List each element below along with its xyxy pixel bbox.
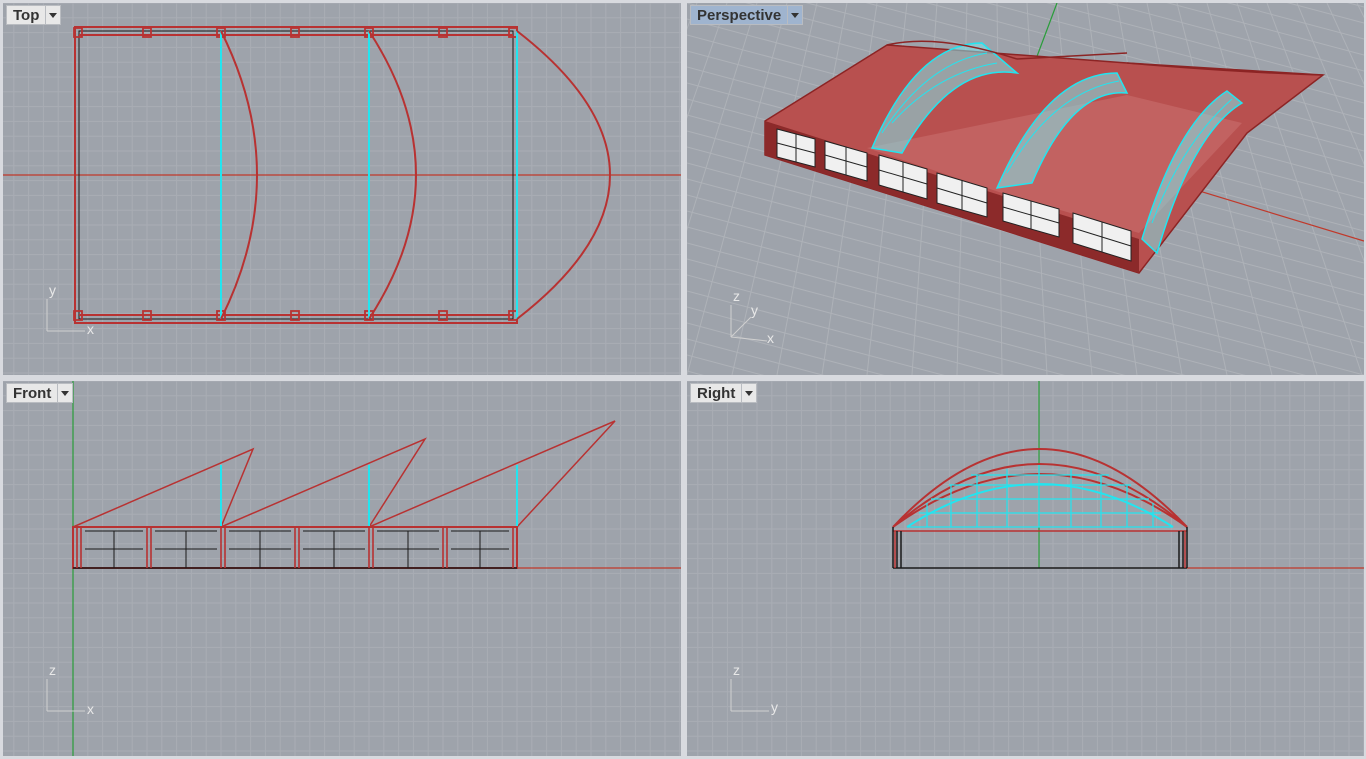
top-axis-y-label: y bbox=[49, 282, 56, 298]
front-model: z x bbox=[46, 381, 681, 756]
dropdown-arrow-icon[interactable] bbox=[45, 5, 62, 25]
right-model: z y bbox=[730, 381, 1364, 715]
front-axis-x-label: x bbox=[87, 701, 94, 717]
viewport-tab-perspective[interactable]: Perspective bbox=[690, 5, 804, 25]
front-axis-z-label: z bbox=[49, 662, 56, 678]
viewport-name-right[interactable]: Right bbox=[690, 383, 742, 403]
right-axis-y-label: y bbox=[771, 699, 778, 715]
viewport-name-top[interactable]: Top bbox=[6, 5, 46, 25]
viewport-name-front[interactable]: Front bbox=[6, 383, 58, 403]
viewport-perspective[interactable]: z y x Perspective bbox=[687, 3, 1364, 375]
top-axis-x-label: x bbox=[87, 321, 94, 337]
top-model: y x bbox=[3, 26, 681, 337]
perspective-model: z y x bbox=[730, 40, 1326, 346]
viewport-front[interactable]: z x Front bbox=[3, 381, 681, 756]
dropdown-arrow-icon[interactable] bbox=[787, 5, 804, 25]
dropdown-arrow-icon[interactable] bbox=[741, 383, 758, 403]
viewport-right[interactable]: z y Right bbox=[687, 381, 1364, 756]
viewport-tab-front[interactable]: Front bbox=[6, 383, 74, 403]
viewport-tab-right[interactable]: Right bbox=[690, 383, 758, 403]
persp-axis-z-label: z bbox=[733, 288, 740, 304]
viewport-tab-top[interactable]: Top bbox=[6, 5, 62, 25]
right-axis-z-label: z bbox=[733, 662, 740, 678]
viewport-top[interactable]: y x Top bbox=[3, 3, 681, 375]
viewport-name-perspective[interactable]: Perspective bbox=[690, 5, 788, 25]
persp-axis-x-label: x bbox=[767, 330, 774, 346]
persp-axis-y-label: y bbox=[751, 302, 758, 318]
dropdown-arrow-icon[interactable] bbox=[57, 383, 74, 403]
